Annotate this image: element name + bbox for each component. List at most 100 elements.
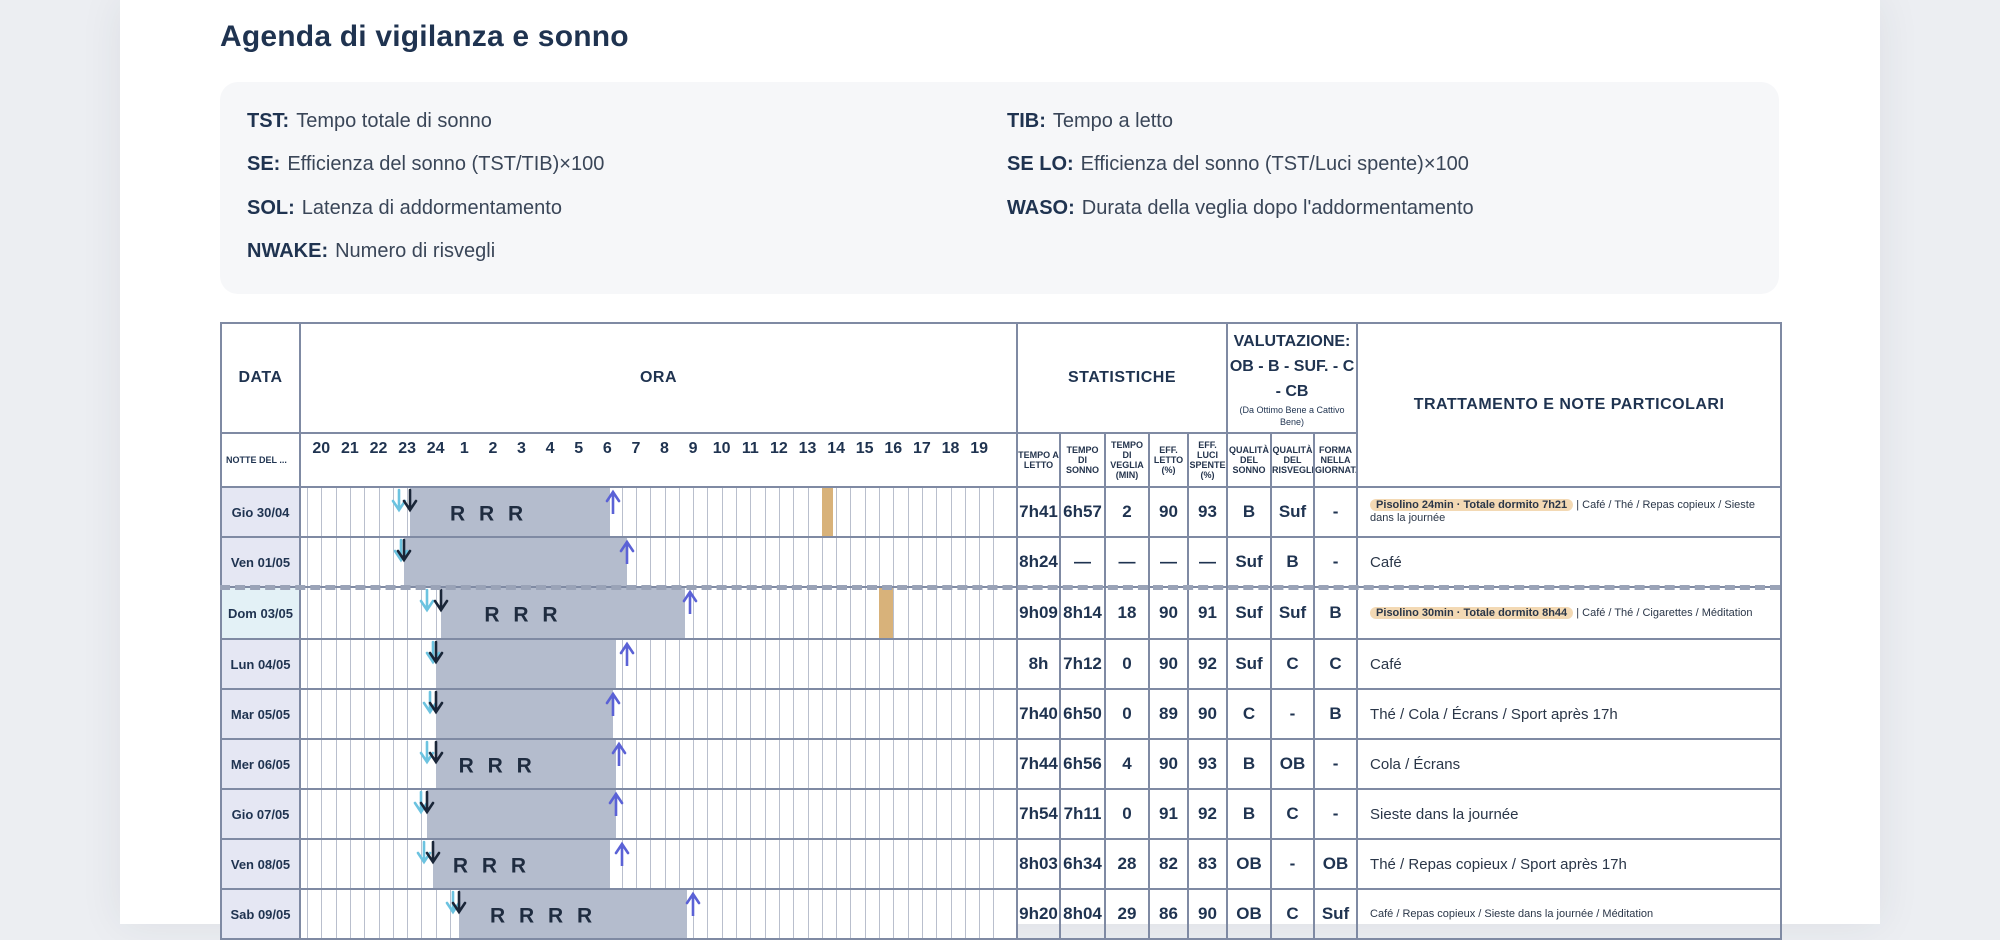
- grid-line: [979, 741, 981, 787]
- hour-label: 8: [660, 440, 669, 457]
- valutazione-note: (Da Ottimo Bene a Cattivo Bene): [1239, 404, 1345, 427]
- hour-label: 5: [574, 440, 584, 457]
- row-date: Dom 03/05: [220, 586, 301, 640]
- table-row: Mar 05/05 7h40 6h50 0 89 90 C - B Thé / Cola / Éc…: [220, 688, 1783, 740]
- grid-line: [349, 489, 351, 535]
- stat-cell: 6h56: [1059, 738, 1106, 790]
- eval-cell: C: [1313, 638, 1359, 690]
- grid-line: [335, 791, 337, 837]
- hour-label: 14: [827, 440, 845, 457]
- grid-line: [793, 539, 795, 585]
- grid-line: [693, 489, 695, 535]
- grid-line: [793, 589, 795, 637]
- grid-line: [964, 589, 966, 637]
- grid-line: [879, 841, 880, 887]
- row-note: Thé / Cola / Écrans / Sport après 17h: [1356, 688, 1783, 740]
- wake-up-arrow-icon: [620, 641, 635, 666]
- grid-line: [307, 741, 308, 787]
- grid-line: [921, 741, 923, 787]
- grid-line: [750, 539, 752, 585]
- grid-line: [435, 891, 437, 937]
- stat-cell: 6h34: [1059, 838, 1106, 890]
- legend-item-tib: TIB: Tempo a letto: [1007, 110, 1173, 132]
- asleep-arrow-icon: [419, 791, 435, 815]
- eval-cell: Suf: [1270, 586, 1316, 640]
- grid-line: [721, 489, 723, 535]
- grid-line: [321, 791, 323, 837]
- grid-line: [821, 589, 823, 637]
- hour-label: 16: [884, 440, 903, 457]
- grid-line: [864, 891, 866, 937]
- grid-line: [721, 641, 723, 687]
- eval-cell: B: [1226, 486, 1273, 538]
- row-sleep-timeline: [299, 638, 1018, 690]
- hour-label: 18: [941, 440, 960, 457]
- row-date: Gio 07/05: [220, 788, 301, 840]
- grid-line: [793, 841, 795, 887]
- hour-label: 13: [798, 440, 817, 457]
- grid-line: [392, 791, 394, 837]
- grid-line: [907, 791, 909, 837]
- eval-cell: C: [1270, 888, 1316, 940]
- grid-line: [693, 691, 695, 737]
- sleep-block: [427, 791, 616, 837]
- grid-line: [793, 489, 795, 535]
- stat-cell: —: [1148, 536, 1189, 588]
- grid-line: [893, 791, 895, 837]
- grid-line: [349, 539, 351, 585]
- grid-line: [979, 641, 981, 687]
- row-note: Sieste dans la journée: [1356, 788, 1783, 840]
- wake-up-arrow-icon: [605, 691, 621, 716]
- grid-line: [993, 489, 995, 535]
- grid-line: [307, 841, 308, 887]
- grid-line: [950, 691, 952, 737]
- grid-line: [650, 489, 652, 535]
- row-note: Pisolino 30min · Totale dormito 8h44 | C…: [1356, 586, 1783, 640]
- grid-line: [707, 589, 709, 637]
- grid-line: [764, 489, 766, 535]
- stat-cell: —: [1059, 536, 1106, 588]
- nap-block: [879, 589, 894, 637]
- grid-line: [693, 539, 695, 585]
- grid-line: [778, 641, 780, 687]
- grid-line: [936, 841, 938, 887]
- table-row: Gio 30/04 R R R 7h41 6h57 2 90 93 B Suf - Pisolino…: [220, 486, 1783, 538]
- stat-cell: 8h: [1016, 638, 1061, 690]
- table-row: Ven 01/05 8h24— — — — Suf B - Café: [220, 536, 1783, 588]
- grid-line: [707, 891, 709, 937]
- hour-label: 17: [912, 440, 931, 457]
- grid-line: [364, 841, 366, 887]
- stat-cell: 9h09: [1016, 586, 1061, 640]
- hour-label: 11: [741, 440, 759, 457]
- grid-line: [721, 791, 723, 837]
- table-row: Ven 08/05 R R R 8h03 6h34 28 82 83 OB - OB Thé / R…: [220, 838, 1783, 890]
- grid-line: [635, 489, 637, 535]
- grid-line: [921, 791, 923, 837]
- grid-line: [979, 891, 981, 937]
- grid-line: [721, 589, 723, 637]
- grid-line: [650, 539, 652, 585]
- eval-header-sonno: QUALITÀ DEL SONNO: [1226, 432, 1273, 488]
- grid-line: [650, 641, 652, 687]
- grid-line: [307, 539, 308, 585]
- grid-line: [778, 841, 780, 887]
- grid-line: [650, 741, 652, 787]
- grid-line: [693, 741, 695, 787]
- grid-line: [793, 741, 795, 787]
- eval-cell: Suf: [1270, 486, 1316, 538]
- grid-line: [936, 641, 938, 687]
- row-sleep-timeline: R R R: [299, 586, 1018, 640]
- grid-line: [307, 891, 308, 937]
- grid-line: [721, 841, 723, 887]
- eval-cell: OB: [1226, 838, 1273, 890]
- grid-line: [736, 691, 737, 737]
- grid-line: [964, 489, 966, 535]
- nap-block: [821, 489, 834, 535]
- grid-line: [335, 691, 337, 737]
- hour-label: 3: [517, 440, 526, 457]
- grid-line: [807, 641, 809, 687]
- grid-line: [864, 691, 866, 737]
- grid-line: [964, 791, 966, 837]
- grid-line: [650, 841, 652, 887]
- eval-cell: B: [1313, 586, 1359, 640]
